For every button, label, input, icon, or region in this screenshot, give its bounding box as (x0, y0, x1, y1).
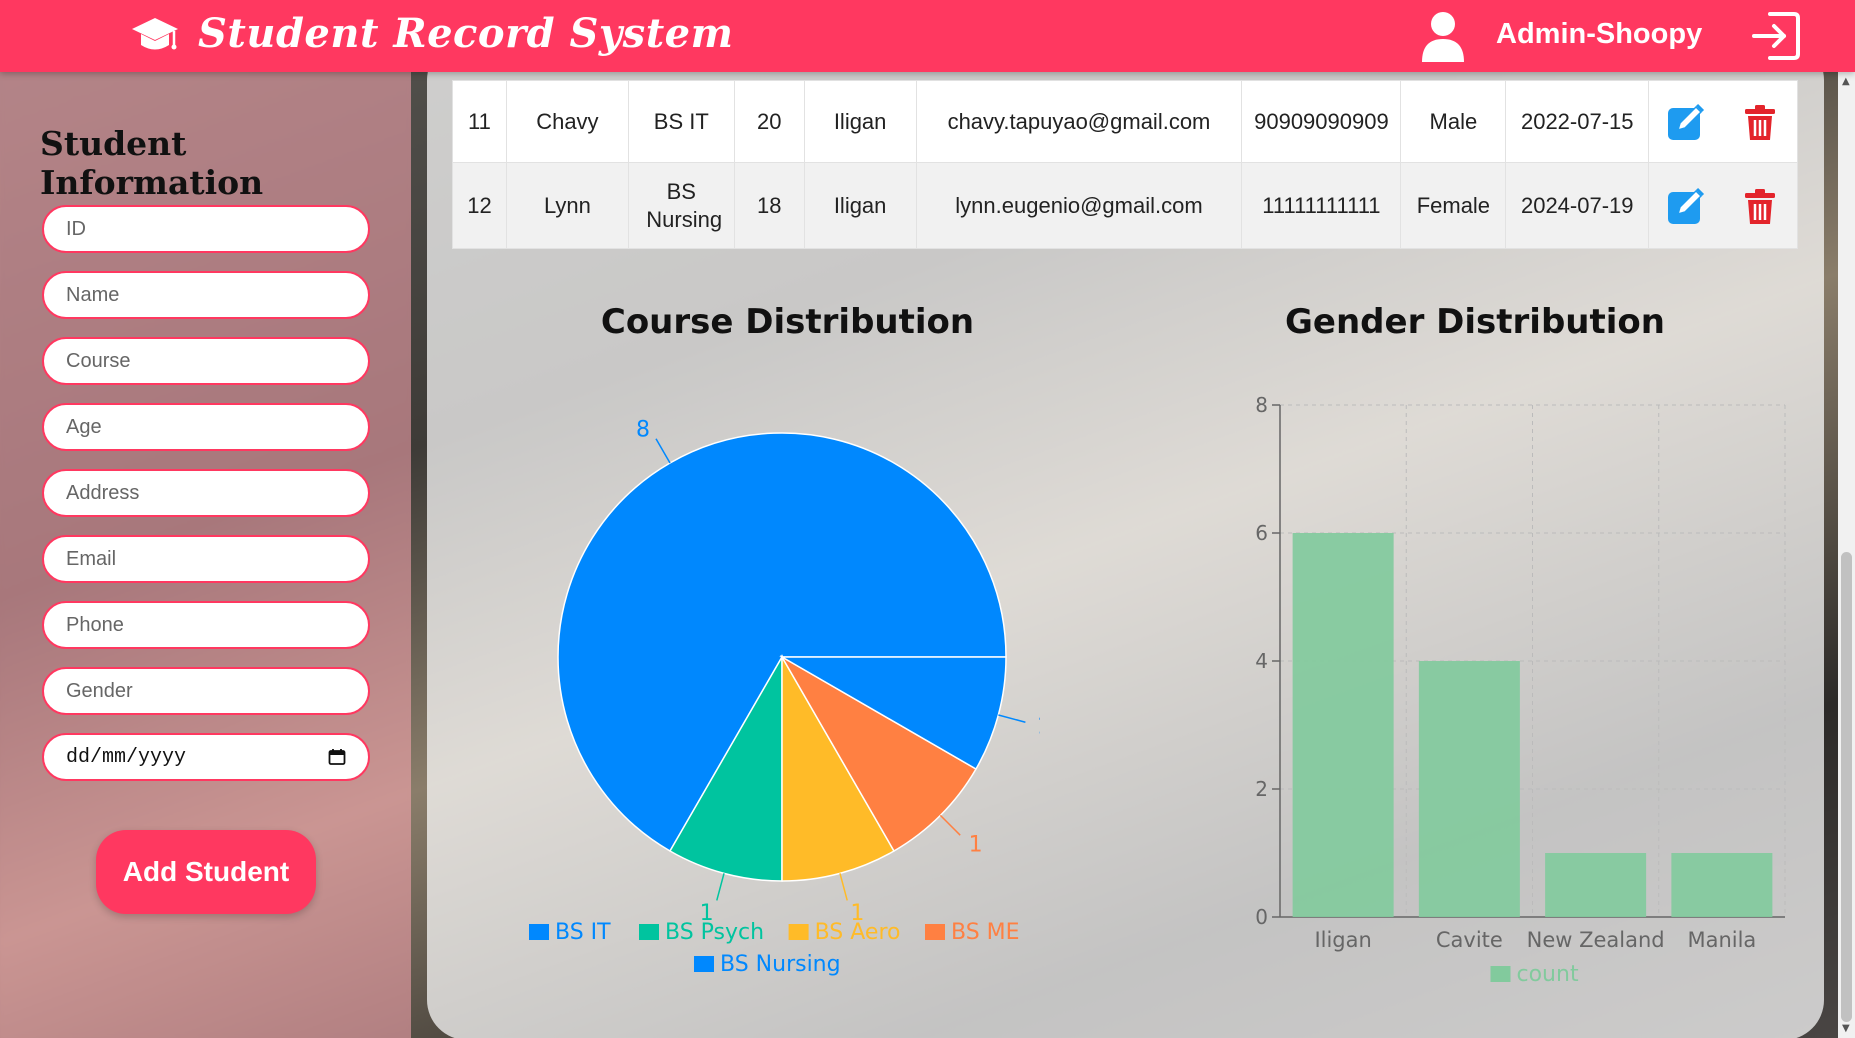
id-input[interactable] (42, 205, 370, 253)
legend-swatch (529, 924, 549, 940)
scroll-up-arrow-icon[interactable]: ▲ (1842, 76, 1850, 87)
legend-item[interactable]: BS Nursing (720, 952, 841, 977)
cell-age: 18 (733, 162, 805, 249)
gender-distribution-bar-chart: 0 2 4 6 8 Iligan Cavite New Zealand Manila count (1255, 393, 1786, 987)
pie-label-line (939, 814, 961, 836)
cell-email: lynn.eugenio@gmail.com (915, 162, 1243, 249)
table-row: 11 Chavy BS IT 20 Iligan chavy.tapuyao@g… (452, 80, 1798, 163)
scroll-thumb[interactable] (1841, 552, 1852, 1022)
y-tick-label: 8 (1255, 393, 1268, 417)
course-input[interactable] (42, 337, 370, 385)
course-text: BS Nursing (646, 178, 723, 232)
legend-swatch (1490, 966, 1511, 982)
pie-label-line (716, 873, 725, 901)
cell-email: chavy.tapuyao@gmail.com (915, 80, 1243, 163)
cell-gender: Male (1400, 80, 1507, 163)
x-tick-label: Cavite (1436, 928, 1503, 952)
admin-username: Admin-Shoopy (1496, 18, 1703, 50)
students-table: 11 Chavy BS IT 20 Iligan chavy.tapuyao@g… (452, 80, 1798, 249)
logout-icon[interactable] (1748, 8, 1804, 64)
name-input[interactable] (42, 271, 370, 319)
phone-input[interactable] (42, 601, 370, 649)
scroll-down-arrow-icon[interactable]: ▼ (1842, 1023, 1850, 1034)
cell-id: 12 (452, 162, 507, 249)
legend-swatch (694, 956, 714, 972)
course-distribution-pie-chart: 81111BS ITBS PsychBS AeroBS MEBS Nursing (529, 417, 1040, 977)
table-row: 12 Lynn BS Nursing 18 Iligan lynn.eugeni… (452, 162, 1798, 249)
x-tick-label: Iligan (1314, 928, 1371, 952)
bar-cavite[interactable] (1418, 661, 1520, 917)
delete-icon[interactable] (1740, 186, 1780, 226)
legend-item[interactable]: BS Psych (665, 920, 764, 945)
bar-new-zealand[interactable] (1545, 853, 1647, 917)
bar-iligan[interactable] (1292, 533, 1394, 917)
email-input[interactable] (42, 535, 370, 583)
graduation-cap-icon (132, 18, 178, 50)
date-input[interactable]: dd/mm/yyyy (42, 733, 370, 781)
legend-swatch (788, 924, 809, 940)
y-tick-label: 2 (1255, 777, 1268, 801)
age-input[interactable] (42, 403, 370, 451)
cell-phone: 11111111111 (1241, 162, 1402, 249)
bar-manila[interactable] (1671, 853, 1773, 917)
cell-course: BS Nursing (627, 162, 735, 249)
gender-chart-title: Gender Distribution (1285, 302, 1665, 342)
cell-actions (1648, 80, 1798, 163)
date-placeholder: dd/mm/yyyy (66, 745, 187, 769)
pie-label-line (655, 438, 671, 464)
legend-item[interactable]: BS ME (951, 920, 1020, 945)
cell-actions (1648, 162, 1798, 249)
cell-gender: Female (1400, 162, 1507, 249)
legend-swatch (639, 924, 659, 940)
cell-address: Iligan (803, 80, 917, 163)
calendar-icon[interactable] (328, 748, 346, 766)
app-header: Student Record System Admin-Shoopy (0, 0, 1855, 72)
edit-icon[interactable] (1666, 186, 1706, 226)
cell-course: BS IT (627, 80, 735, 163)
cell-name: Chavy (505, 80, 629, 163)
pie-data-label: 8 (636, 417, 650, 442)
delete-icon[interactable] (1740, 102, 1780, 142)
legend-swatch (925, 924, 945, 940)
page-scrollbar[interactable]: ▲ ▼ (1838, 72, 1855, 1038)
x-tick-label: New Zealand (1527, 928, 1665, 952)
edit-icon[interactable] (1666, 102, 1706, 142)
gender-input[interactable] (42, 667, 370, 715)
form-title: Student Information (40, 124, 264, 202)
cell-address: Iligan (803, 162, 917, 249)
pie-data-label: 1 (969, 833, 983, 858)
x-tick-label: Manila (1687, 928, 1756, 952)
cell-id: 11 (452, 80, 507, 163)
cell-phone: 90909090909 (1241, 80, 1402, 163)
legend-item[interactable]: BS IT (555, 920, 611, 945)
app-title: Student Record System (198, 10, 734, 57)
pie-data-label: 1 (1037, 714, 1040, 739)
cell-date: 2024-07-19 (1505, 162, 1650, 249)
pie-label-line (998, 714, 1026, 723)
user-icon (1422, 12, 1464, 62)
address-input[interactable] (42, 469, 370, 517)
cell-name: Lynn (505, 162, 629, 249)
cell-date: 2022-07-15 (1505, 80, 1650, 163)
add-student-button[interactable]: Add Student (96, 830, 316, 914)
pie-label-line (839, 873, 848, 901)
y-tick-label: 4 (1255, 649, 1268, 673)
cell-age: 20 (733, 80, 805, 163)
legend-item[interactable]: BS Aero (815, 920, 901, 945)
y-tick-label: 6 (1255, 521, 1268, 545)
legend-item[interactable]: count (1517, 962, 1579, 987)
y-tick-label: 0 (1255, 905, 1268, 929)
course-chart-title: Course Distribution (600, 302, 975, 342)
